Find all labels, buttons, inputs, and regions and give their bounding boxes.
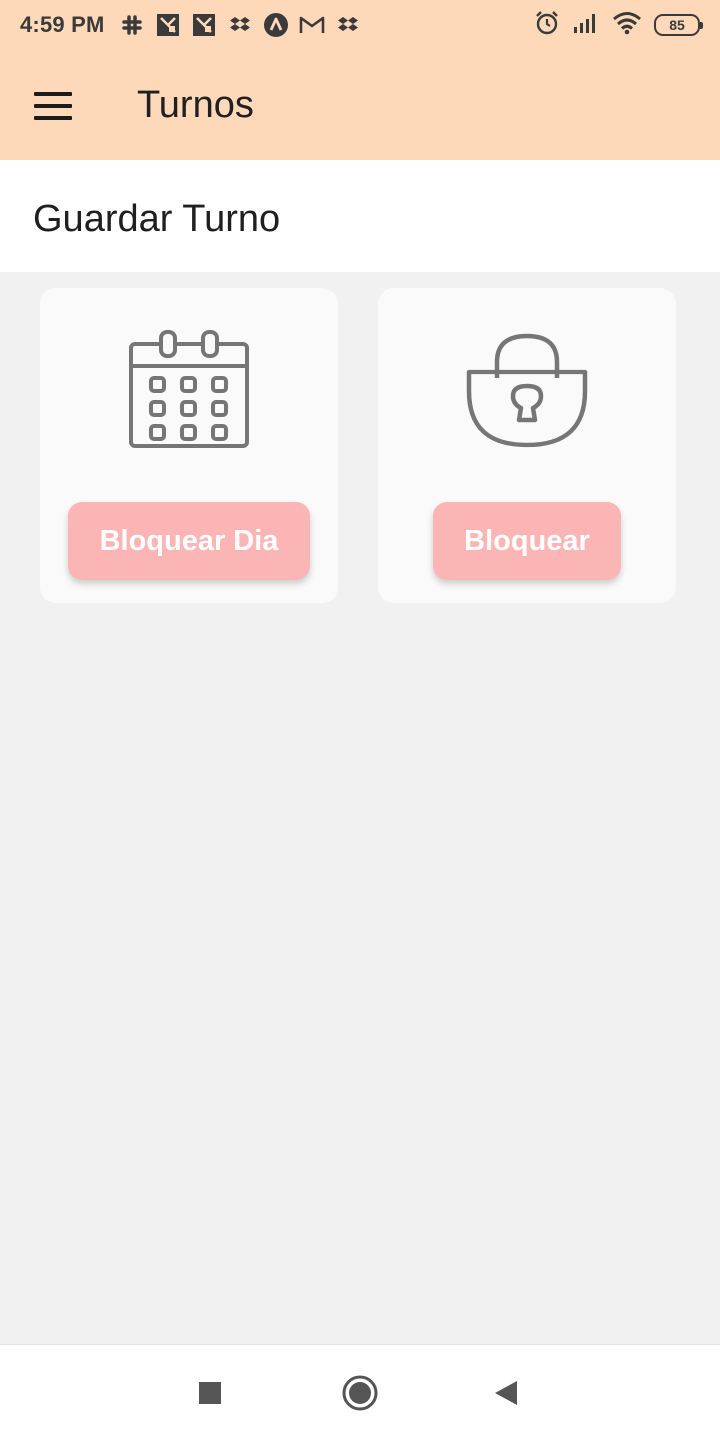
alarm-icon bbox=[534, 10, 560, 41]
block-button[interactable]: Bloquear bbox=[433, 502, 621, 580]
status-bar: 4:59 PM 85 bbox=[0, 0, 720, 50]
app-notification-icon bbox=[155, 12, 181, 38]
recents-icon[interactable] bbox=[190, 1373, 230, 1413]
menu-icon[interactable] bbox=[34, 92, 72, 120]
app-notification-icon bbox=[191, 12, 217, 38]
dropbox-icon bbox=[227, 12, 253, 38]
app-bar: Turnos bbox=[0, 50, 720, 160]
screen: 4:59 PM 85 Turnos Guardar Turno Bloquear… bbox=[0, 0, 720, 1440]
block-day-button[interactable]: Bloquear Dia bbox=[68, 502, 310, 580]
calendar-icon bbox=[40, 328, 338, 458]
slack-icon bbox=[119, 12, 145, 38]
home-icon[interactable] bbox=[340, 1373, 380, 1413]
dropbox-icon bbox=[335, 12, 361, 38]
arrow-circle-icon bbox=[263, 12, 289, 38]
back-icon[interactable] bbox=[486, 1373, 526, 1413]
status-time: 4:59 PM bbox=[20, 12, 105, 37]
section-header: Guardar Turno bbox=[0, 160, 720, 272]
nav-bar bbox=[0, 1344, 720, 1440]
app-title: Turnos bbox=[137, 84, 254, 126]
gmail-icon bbox=[299, 12, 325, 38]
block-card: Bloquear bbox=[378, 288, 676, 603]
lock-icon bbox=[378, 328, 676, 458]
notification-icons bbox=[119, 12, 361, 38]
system-status: 85 bbox=[534, 10, 703, 41]
wifi-icon bbox=[612, 11, 642, 40]
signal-icon bbox=[572, 12, 600, 39]
battery-icon: 85 bbox=[654, 14, 703, 36]
battery-level: 85 bbox=[669, 17, 685, 33]
block-day-card: Bloquear Dia bbox=[40, 288, 338, 603]
section-title: Guardar Turno bbox=[33, 198, 281, 240]
